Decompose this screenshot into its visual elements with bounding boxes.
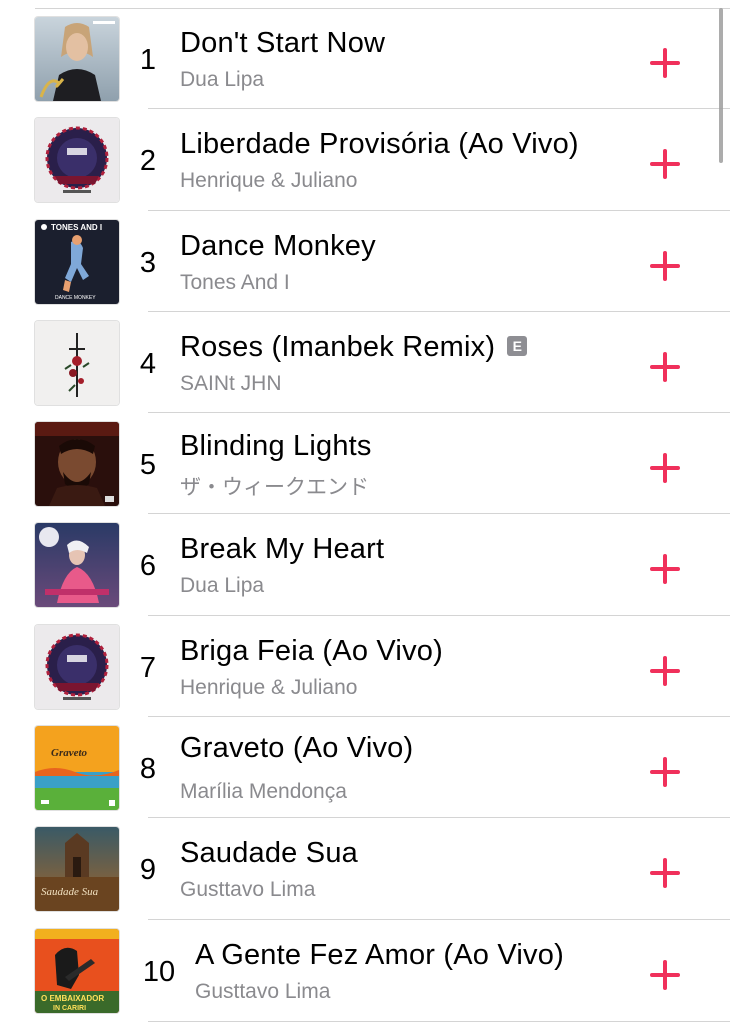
artist-name: Gusttavo Lima <box>195 979 331 1003</box>
song-row[interactable]: 6 Break My Heart Dua Lipa <box>0 514 730 616</box>
artist-name: Marília Mendonça <box>180 780 347 804</box>
song-row[interactable]: Graveto 8 Graveto (Ao Vivo) Marília Mend… <box>0 717 730 819</box>
song-title: Blinding Lights <box>180 430 372 463</box>
artist-name: Henrique & Juliano <box>180 675 358 699</box>
plus-icon[interactable] <box>648 147 682 181</box>
plus-icon[interactable] <box>648 451 682 485</box>
album-art-gusttavo-lima: Saudade Sua <box>35 827 119 912</box>
album-art-dua-lipa <box>35 17 119 101</box>
scrollbar[interactable] <box>719 8 723 163</box>
plus-icon[interactable] <box>648 46 682 80</box>
plus-icon[interactable] <box>648 350 682 384</box>
song-title: Briga Feia (Ao Vivo) <box>180 634 443 667</box>
chart-position: 7 <box>139 651 157 684</box>
album-art-henrique-juliano <box>35 624 119 709</box>
song-row[interactable]: 5 Blinding Lights ザ・ウィークエンド <box>0 413 730 515</box>
chart-position: 9 <box>139 854 157 887</box>
chart-position: 5 <box>139 449 157 482</box>
song-row[interactable]: TONES AND I DANCE MONKEY 3 Dance Monkey … <box>0 211 730 312</box>
plus-icon[interactable] <box>648 249 682 283</box>
album-art-dua-lipa-heart <box>35 523 119 608</box>
chart-position: 3 <box>139 246 157 279</box>
song-row[interactable]: O EMBAIXADOR IN CARIRI 10 A Gente Fez Am… <box>0 920 730 1022</box>
chart-position: 2 <box>139 145 157 178</box>
plus-icon[interactable] <box>648 958 682 992</box>
chart-position: 6 <box>139 550 157 583</box>
explicit-badge: E <box>507 335 528 356</box>
song-title: Graveto (Ao Vivo) <box>180 732 414 765</box>
chart-position: 8 <box>139 753 157 786</box>
plus-icon[interactable] <box>648 552 682 586</box>
song-list: 1 Don't Start Now Dua Lipa 2 Liberdade P… <box>0 8 730 1022</box>
song-title: Don't Start Now <box>180 27 386 59</box>
song-row[interactable]: 7 Briga Feia (Ao Vivo) Henrique & Julian… <box>0 616 730 718</box>
song-row[interactable]: Saudade Sua 9 Saudade Sua Gusttavo Lima <box>0 818 730 920</box>
art-text: IN CARIRI <box>53 1005 86 1012</box>
song-title: Break My Heart <box>180 533 385 566</box>
plus-icon[interactable] <box>648 654 682 688</box>
album-art-tones-and-i: TONES AND I DANCE MONKEY <box>35 219 119 304</box>
row-separator <box>148 1020 730 1022</box>
artist-name: Dua Lipa <box>180 68 265 91</box>
album-art-henrique-juliano <box>35 118 119 203</box>
artist-name: ザ・ウィークエンド <box>180 476 369 500</box>
art-text: Graveto <box>51 747 88 759</box>
album-art-saint-jhn <box>35 320 119 405</box>
chart-position: 4 <box>139 347 157 380</box>
artist-name: Dua Lipa <box>180 574 265 598</box>
artist-name: Tones And I <box>180 270 290 294</box>
album-art-the-weeknd <box>35 422 119 507</box>
artist-name: Henrique & Juliano <box>180 169 358 193</box>
song-row[interactable]: 1 Don't Start Now Dua Lipa <box>0 8 730 110</box>
art-text: TONES AND I <box>51 223 102 232</box>
art-text: DANCE MONKEY <box>55 295 96 301</box>
song-title: Dance Monkey <box>180 229 376 262</box>
plus-icon[interactable] <box>648 755 682 789</box>
artist-name: SAINt JHN <box>180 371 282 395</box>
song-title: Saudade Sua <box>180 837 358 870</box>
album-art-marilia-mendonca: Graveto <box>35 726 119 811</box>
chart-position: 1 <box>139 44 157 76</box>
chart-position: 10 <box>142 955 176 988</box>
song-title: Liberdade Provisória (Ao Vivo) <box>180 128 579 161</box>
album-art-gusttavo-lima-embaixador: O EMBAIXADOR IN CARIRI <box>35 928 119 1013</box>
art-text: Saudade Sua <box>41 886 99 898</box>
art-text: O EMBAIXADOR <box>41 994 104 1003</box>
song-title: Roses (Imanbek Remix) E <box>180 330 528 364</box>
song-row[interactable]: 2 Liberdade Provisória (Ao Vivo) Henriqu… <box>0 109 730 211</box>
artist-name: Gusttavo Lima <box>180 878 316 902</box>
song-row[interactable]: 4 Roses (Imanbek Remix) E SAINt JHN <box>0 312 730 414</box>
song-title: A Gente Fez Amor (Ao Vivo) <box>195 938 564 971</box>
plus-icon[interactable] <box>648 856 682 890</box>
